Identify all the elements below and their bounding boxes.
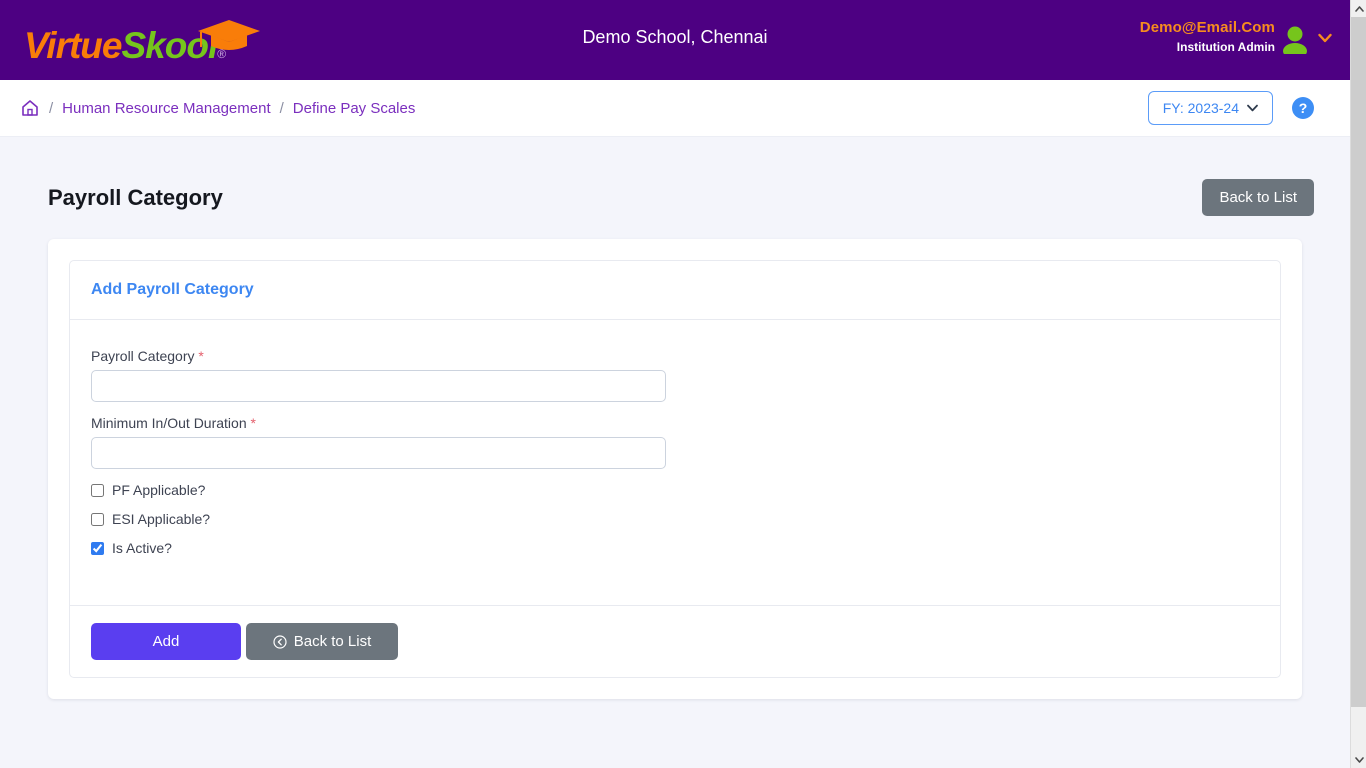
pf-applicable-label[interactable]: PF Applicable? xyxy=(112,482,205,498)
back-to-list-button-top[interactable]: Back to List xyxy=(1202,179,1314,216)
field-label-text: Minimum In/Out Duration xyxy=(91,415,247,431)
form-panel: Add Payroll Category Payroll Category * … xyxy=(69,260,1281,678)
user-email: Demo@Email.Com xyxy=(1139,19,1275,36)
breadcrumb-separator-2: / xyxy=(279,99,284,117)
is-active-checkbox[interactable] xyxy=(91,541,104,555)
chevron-down-icon xyxy=(1247,104,1258,112)
breadcrumb-separator-1: / xyxy=(49,99,54,117)
esi-applicable-label[interactable]: ESI Applicable? xyxy=(112,511,210,527)
form-body: Payroll Category * Minimum In/Out Durati… xyxy=(70,320,1280,605)
scroll-up-button[interactable] xyxy=(1351,0,1366,17)
checkbox-row-is-active: Is Active? xyxy=(91,540,1259,556)
field-label-minimum-in-out-duration: Minimum In/Out Duration * xyxy=(91,415,1259,431)
page-header: Payroll Category Back to List xyxy=(0,137,1350,216)
home-icon[interactable] xyxy=(20,98,40,118)
form-footer: Add Back to List xyxy=(70,605,1280,677)
minimum-in-out-duration-input[interactable] xyxy=(91,437,666,469)
chevron-down-icon[interactable] xyxy=(1318,33,1332,43)
app-page: VirtueSkool® Demo School, Chennai Demo@E… xyxy=(0,0,1350,768)
breadcrumb-item-define-pay-scales[interactable]: Define Pay Scales xyxy=(293,100,416,117)
financial-year-select[interactable]: FY: 2023-24 xyxy=(1147,91,1273,125)
pf-applicable-checkbox[interactable] xyxy=(91,483,104,497)
main-content: Payroll Category Back to List Add Payrol… xyxy=(0,137,1350,768)
content-card: Add Payroll Category Payroll Category * … xyxy=(48,239,1302,699)
esi-applicable-checkbox[interactable] xyxy=(91,512,104,526)
back-to-list-label: Back to List xyxy=(293,633,372,650)
payroll-category-input[interactable] xyxy=(91,370,666,402)
circle-arrow-left-icon xyxy=(273,634,287,649)
add-button[interactable]: Add xyxy=(91,623,241,660)
field-label-text: Payroll Category xyxy=(91,348,195,364)
is-active-label[interactable]: Is Active? xyxy=(112,540,172,556)
form-panel-title: Add Payroll Category xyxy=(91,281,254,298)
required-asterisk: * xyxy=(198,348,204,364)
chevron-up-icon xyxy=(1354,5,1364,12)
top-header: VirtueSkool® Demo School, Chennai Demo@E… xyxy=(0,0,1350,80)
scrollbar-track[interactable] xyxy=(1351,17,1366,751)
form-panel-header: Add Payroll Category xyxy=(70,261,1280,320)
page-title: Payroll Category xyxy=(48,184,223,210)
field-payroll-category: Payroll Category * xyxy=(91,348,1259,402)
field-label-payroll-category: Payroll Category * xyxy=(91,348,1259,364)
back-to-list-button-bottom[interactable]: Back to List xyxy=(246,623,398,660)
help-icon-glyph: ? xyxy=(1298,100,1308,116)
field-minimum-in-out-duration: Minimum In/Out Duration * xyxy=(91,415,1259,469)
checkbox-row-esi-applicable: ESI Applicable? xyxy=(91,511,1259,527)
vertical-scrollbar[interactable] xyxy=(1350,0,1366,768)
breadcrumb-bar: / Human Resource Management / Define Pay… xyxy=(0,80,1350,137)
scrollbar-thumb[interactable] xyxy=(1351,17,1366,707)
screen: VirtueSkool® Demo School, Chennai Demo@E… xyxy=(0,0,1366,768)
financial-year-label: FY: 2023-24 xyxy=(1162,100,1239,116)
user-avatar-icon[interactable] xyxy=(1282,26,1308,54)
required-asterisk: * xyxy=(250,415,256,431)
breadcrumb: / Human Resource Management / Define Pay… xyxy=(20,98,415,118)
breadcrumb-item-human-resource-management[interactable]: Human Resource Management xyxy=(62,100,270,117)
help-icon[interactable]: ? xyxy=(1292,97,1314,119)
chevron-down-icon xyxy=(1354,756,1364,763)
scroll-down-button[interactable] xyxy=(1351,751,1366,768)
user-role: Institution Admin xyxy=(1176,39,1275,54)
user-info[interactable]: Demo@Email.Com Institution Admin xyxy=(1140,19,1275,55)
checkbox-row-pf-applicable: PF Applicable? xyxy=(91,482,1259,498)
